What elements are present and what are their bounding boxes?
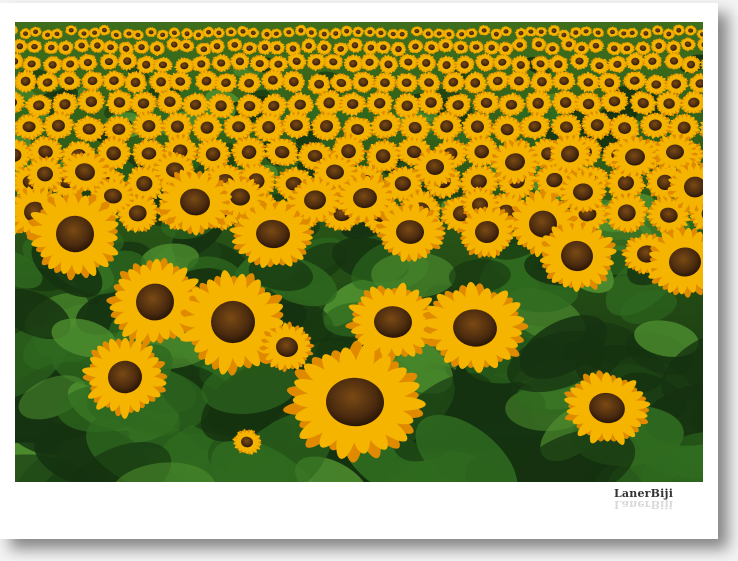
watermark-logo: LanerBiji LanerBiji — [614, 487, 673, 511]
sunflower-photo — [15, 22, 703, 482]
photo-card: LanerBiji LanerBiji — [0, 3, 718, 539]
watermark-reflection: LanerBiji — [614, 498, 674, 511]
sunflower-field-image — [15, 22, 703, 482]
